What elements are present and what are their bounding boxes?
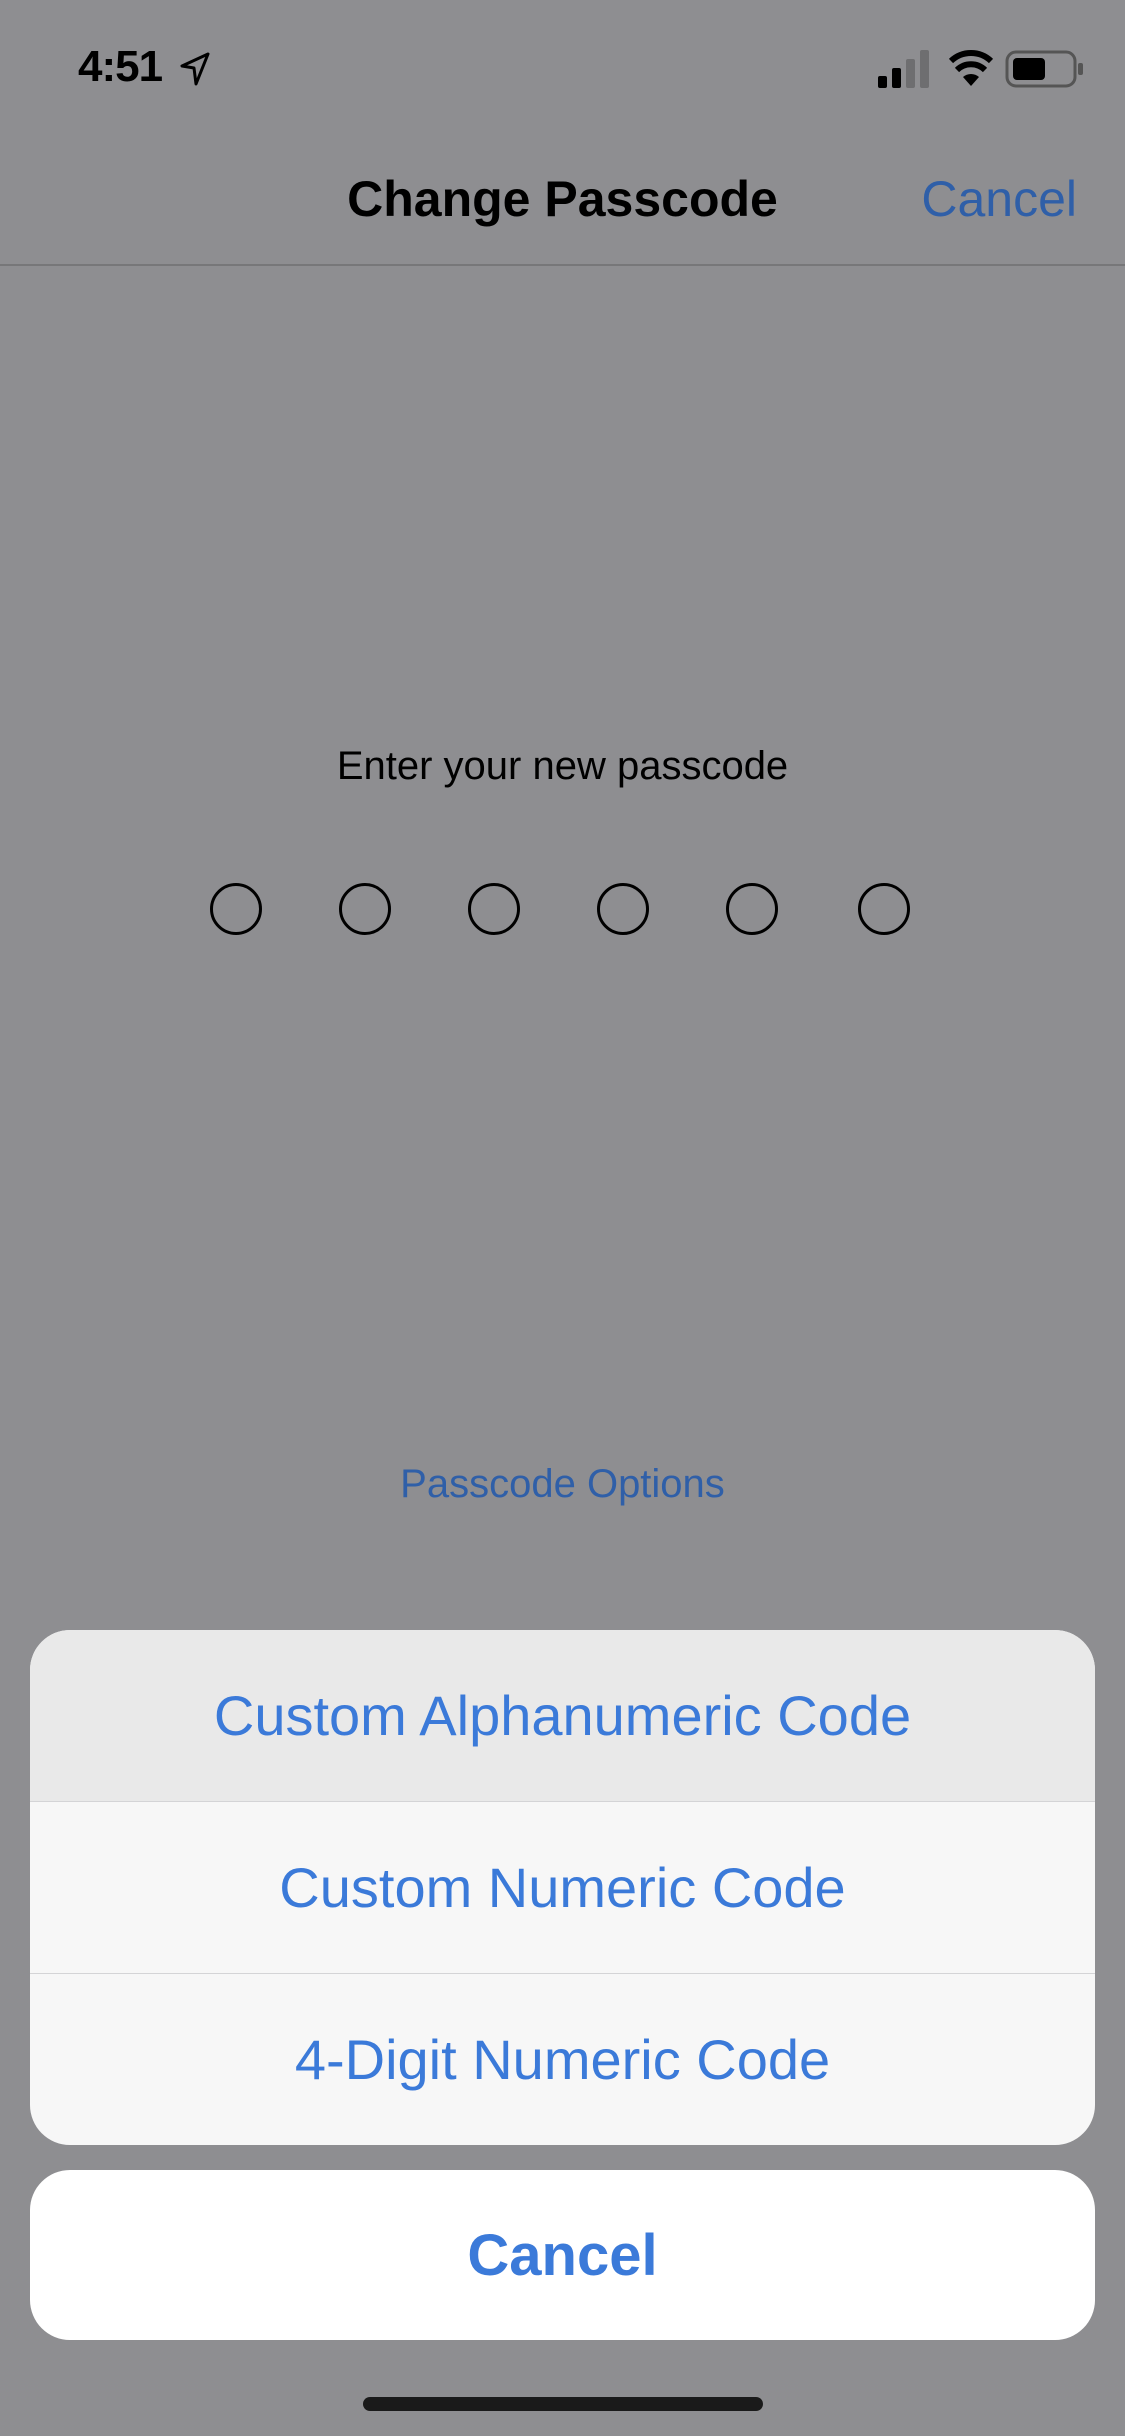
passcode-prompt: Enter your new passcode [336,744,789,788]
passcode-dot [339,883,391,935]
status-bar: 4:51 [0,0,1125,132]
status-time: 4:51 [78,42,163,91]
option-custom-numeric[interactable]: Custom Numeric Code [30,1802,1095,1973]
passcode-dot [597,883,649,935]
passcode-dot [468,883,520,935]
passcode-dot [858,883,910,935]
option-custom-alphanumeric[interactable]: Custom Alphanumeric Code [30,1630,1095,1801]
wifi-icon [948,50,994,86]
passcode-dot [726,883,778,935]
passcode-options-link[interactable]: Passcode Options [0,1462,1125,1507]
passcode-dots [0,883,1125,939]
action-sheet: Custom Alphanumeric Code Custom Numeric … [30,1630,1095,2145]
cellular-signal-icon [878,50,929,88]
action-sheet-cancel-button[interactable]: Cancel [30,2170,1095,2340]
option-4-digit-numeric[interactable]: 4-Digit Numeric Code [30,1974,1095,2145]
battery-icon [1005,50,1083,88]
passcode-dot [210,883,262,935]
home-indicator[interactable] [363,2397,763,2411]
nav-cancel-button[interactable]: Cancel [921,170,1077,228]
location-arrow-icon [180,52,210,86]
navigation-bar: Change Passcode Cancel [0,132,1125,266]
